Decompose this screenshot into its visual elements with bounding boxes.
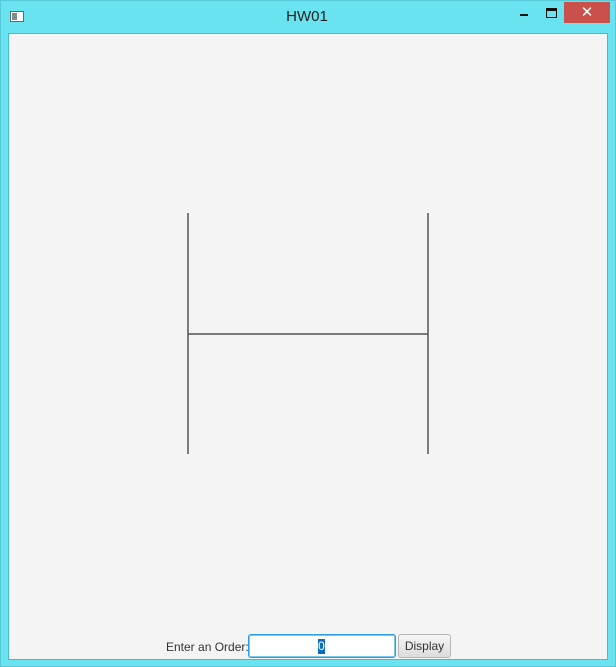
minimize-icon[interactable]: [508, 2, 538, 22]
app-window: HW01 ✕ Enter an Order: 0 Display: [0, 0, 616, 667]
order-controls: Enter an Order: 0 Display: [9, 633, 607, 661]
maximize-icon[interactable]: [536, 2, 566, 22]
content-pane: Enter an Order: 0 Display: [8, 33, 608, 660]
close-icon[interactable]: ✕: [564, 2, 610, 23]
drawing-canvas: [187, 213, 429, 454]
title-bar[interactable]: HW01 ✕: [1, 1, 615, 33]
order-label: Enter an Order:: [166, 640, 249, 654]
display-button[interactable]: Display: [398, 634, 451, 658]
order-input-selection: 0: [318, 639, 325, 654]
